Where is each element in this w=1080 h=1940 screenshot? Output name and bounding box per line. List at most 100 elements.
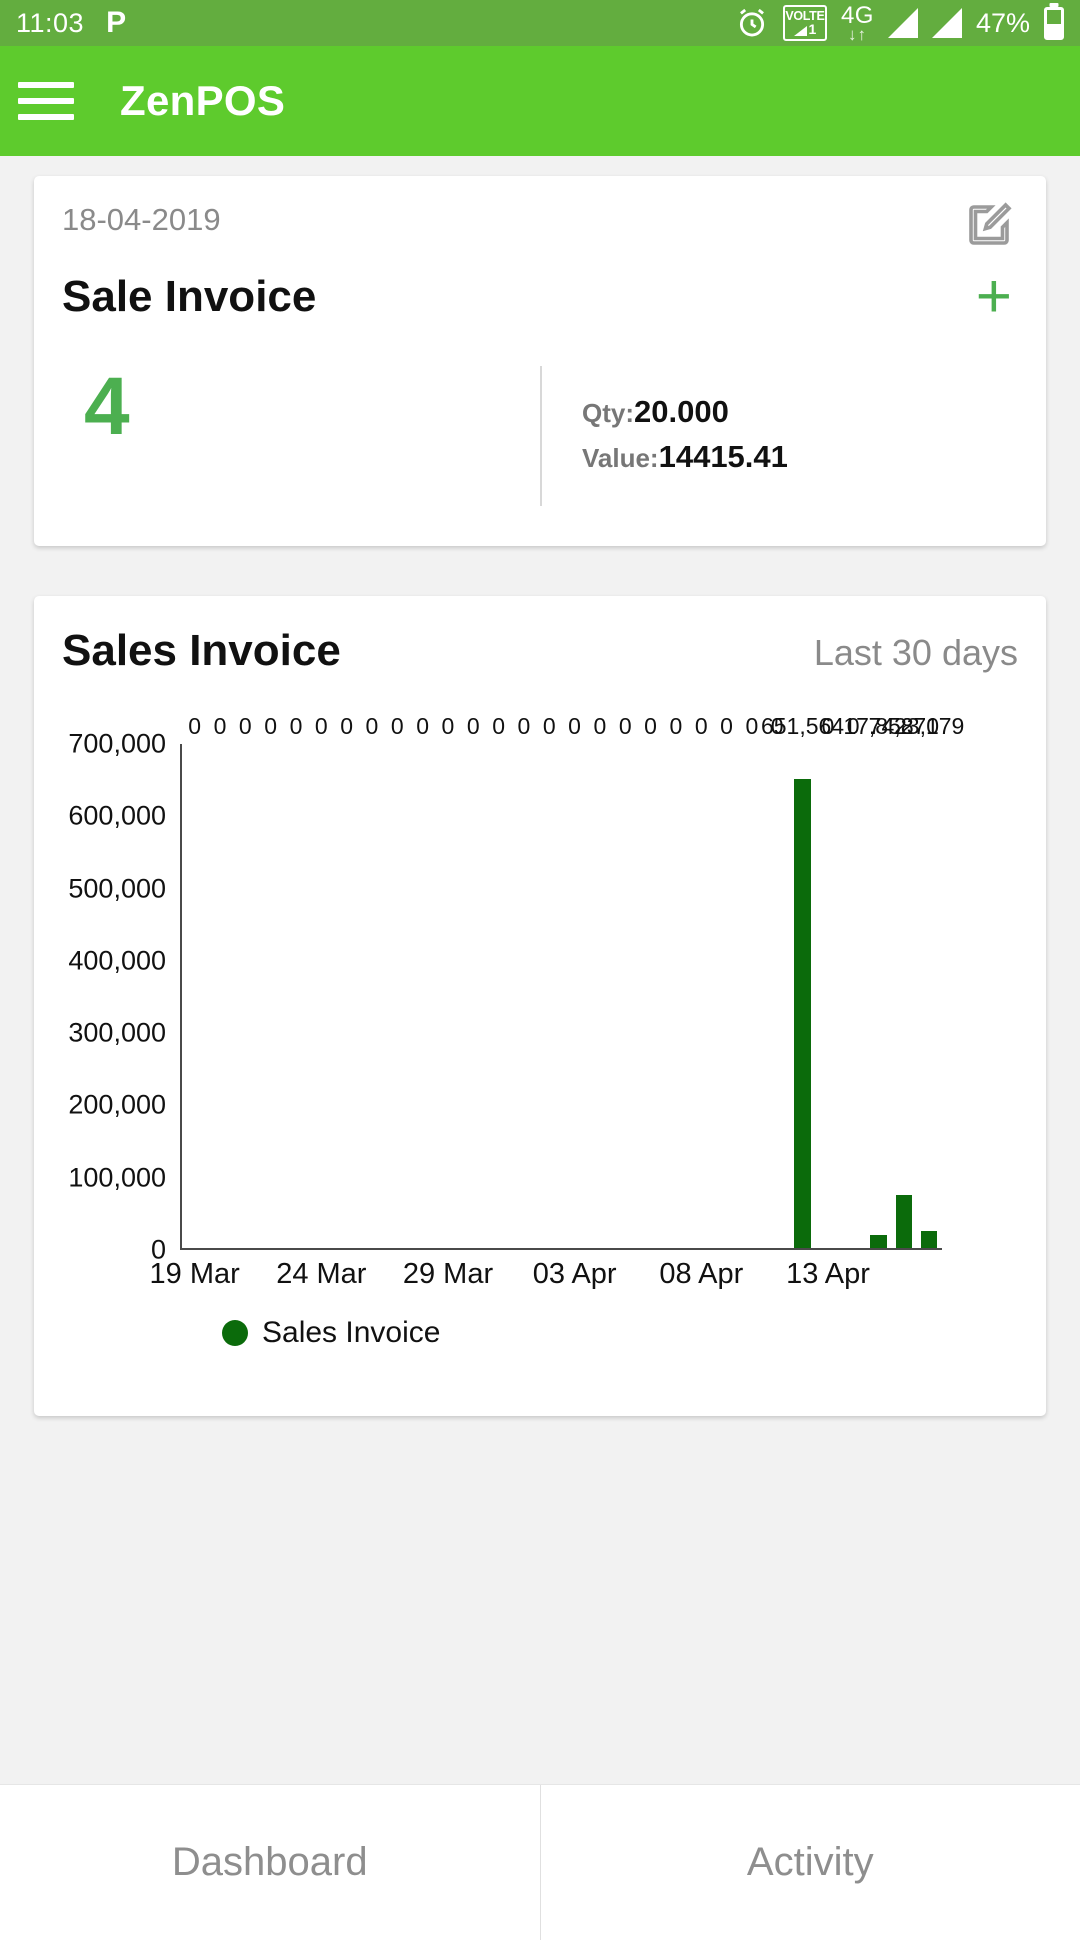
chart-bar-label: 0 xyxy=(543,713,556,740)
battery-percent-label: 47% xyxy=(976,8,1030,39)
chart-bar-cell[interactable]: 0 xyxy=(663,744,688,1248)
chart-x-tick-labels: 19 Mar24 Mar29 Mar03 Apr08 Apr13 Apr xyxy=(182,1258,942,1298)
chart-bar-label: 0 xyxy=(669,713,682,740)
data-transfer-arrows-icon: ↓↑ xyxy=(848,26,867,43)
x-tick-label: 19 Mar xyxy=(150,1258,240,1291)
x-tick-label: 08 Apr xyxy=(659,1258,743,1291)
chart-bar-cell[interactable]: 0 xyxy=(638,744,663,1248)
chart-bar-label: 0 xyxy=(290,713,303,740)
chart-bar-label: 0 xyxy=(821,713,834,740)
stat-qty-label: Qty: xyxy=(582,398,634,428)
status-bar: 11:03 P VOLTE 1 4G ↓↑ 47% xyxy=(0,0,1080,46)
chart-bar-label: 0 xyxy=(366,713,379,740)
app-notification-icon: P xyxy=(106,8,126,38)
chart-bar-cell[interactable]: 0 xyxy=(613,744,638,1248)
chart-bar-label: 0 xyxy=(720,713,733,740)
chart-bar-cell[interactable]: 0 xyxy=(410,744,435,1248)
chart-bar-cell[interactable]: 0 xyxy=(689,744,714,1248)
signal-triangle-icon xyxy=(794,26,807,36)
y-tick-label: 300,000 xyxy=(68,1018,166,1049)
chart-title: Sales Invoice xyxy=(62,626,341,676)
chart-bar-cell[interactable]: 0 xyxy=(182,744,207,1248)
chart-bar-cell[interactable]: 0 xyxy=(562,744,587,1248)
chart-bar-label: 0 xyxy=(416,713,429,740)
chart-bar-label: 0 xyxy=(340,713,353,740)
chart-bar-label: 0 xyxy=(264,713,277,740)
signal-icon xyxy=(932,8,962,38)
stat-value-value: 14415.41 xyxy=(659,439,788,474)
main-content: 18-04-2019 Sale Invoice + 4 Qty:20.000 V… xyxy=(0,176,1080,1940)
chart-bar-cell[interactable]: 23,179 xyxy=(917,744,942,1248)
chart-bar-cell[interactable]: 0 xyxy=(359,744,384,1248)
chart-bar-cell[interactable]: 0 xyxy=(435,744,460,1248)
chart-bar-cell[interactable]: 0 xyxy=(714,744,739,1248)
chart-bar-label: 0 xyxy=(391,713,404,740)
chart-bar-cell[interactable]: 0 xyxy=(283,744,308,1248)
chart-bar-cell[interactable]: 0 xyxy=(207,744,232,1248)
chart-bar[interactable] xyxy=(870,1235,886,1248)
chart-bar-cell[interactable]: 0 xyxy=(537,744,562,1248)
chart-bars: 000000000000000000000000651,5640017,8587… xyxy=(182,744,942,1248)
chart-bar-cell[interactable]: 0 xyxy=(309,744,334,1248)
stat-qty-value: 20.000 xyxy=(634,394,729,429)
sales-invoice-chart-card[interactable]: Sales Invoice Last 30 days 700,000600,00… xyxy=(34,596,1046,1416)
y-tick-label: 600,000 xyxy=(68,801,166,832)
sale-invoice-summary-card[interactable]: 18-04-2019 Sale Invoice + 4 Qty:20.000 V… xyxy=(34,176,1046,546)
x-tick-label: 24 Mar xyxy=(276,1258,366,1291)
bottom-tab-bar: Dashboard Activity xyxy=(0,1784,1080,1940)
chart-bar-cell[interactable]: 0 xyxy=(334,744,359,1248)
chart-bar-cell[interactable]: 651,564 xyxy=(790,744,815,1248)
chart-bar-cell[interactable]: 0 xyxy=(587,744,612,1248)
chart-bar-cell[interactable]: 0 xyxy=(841,744,866,1248)
chart-plot-area: 700,000600,000500,000400,000300,000200,0… xyxy=(62,734,1018,1334)
chart-bar-label: 0 xyxy=(214,713,227,740)
chart-bar-cell[interactable]: 0 xyxy=(511,744,536,1248)
chart-bar-label: 23,179 xyxy=(894,713,964,740)
plus-icon[interactable]: + xyxy=(976,275,1018,318)
volte-icon: VOLTE 1 xyxy=(783,5,827,41)
y-tick-label: 500,000 xyxy=(68,873,166,904)
chart-bar-label: 0 xyxy=(594,713,607,740)
chart-bar-label: 0 xyxy=(619,713,632,740)
y-tick-label: 700,000 xyxy=(68,729,166,760)
chart-bar-cell[interactable]: 0 xyxy=(486,744,511,1248)
chart-bar-cell[interactable]: 0 xyxy=(233,744,258,1248)
chart-bar-cell[interactable]: 0 xyxy=(739,744,764,1248)
chart-bar-cell[interactable]: 0 xyxy=(765,744,790,1248)
chart-bar[interactable] xyxy=(794,779,810,1248)
chart-x-axis xyxy=(180,1248,942,1250)
chart-bar-label: 0 xyxy=(644,713,657,740)
chart-bar-label: 0 xyxy=(442,713,455,740)
x-tick-label: 13 Apr xyxy=(786,1258,870,1291)
chart-bar-cell[interactable]: 0 xyxy=(461,744,486,1248)
summary-body: 4 Qty:20.000 Value:14415.41 xyxy=(62,366,1018,516)
chart-bar-label: 0 xyxy=(315,713,328,740)
hamburger-menu-icon[interactable] xyxy=(18,74,74,128)
chart-bar-label: 0 xyxy=(188,713,201,740)
chart-legend: Sales Invoice xyxy=(222,1316,440,1350)
chart-bar-label: 0 xyxy=(467,713,480,740)
tab-activity[interactable]: Activity xyxy=(540,1785,1080,1940)
chart-bar-cell[interactable]: 74,270 xyxy=(891,744,916,1248)
alarm-clock-icon xyxy=(735,6,769,40)
edit-pencil-icon[interactable] xyxy=(962,198,1016,252)
summary-count-section: 4 xyxy=(62,366,540,516)
y-tick-label: 100,000 xyxy=(68,1162,166,1193)
signal-icon xyxy=(888,8,918,38)
chart-bar-label: 0 xyxy=(492,713,505,740)
chart-bar-cell[interactable]: 0 xyxy=(258,744,283,1248)
chart-bar-label: 0 xyxy=(518,713,531,740)
legend-color-dot xyxy=(222,1320,248,1346)
summary-title: Sale Invoice xyxy=(62,272,316,322)
x-tick-label: 29 Mar xyxy=(403,1258,493,1291)
stat-value: Value:14415.41 xyxy=(582,435,788,480)
chart-bar-cell[interactable]: 0 xyxy=(385,744,410,1248)
y-tick-label: 200,000 xyxy=(68,1090,166,1121)
chart-bar[interactable] xyxy=(896,1195,912,1248)
chart-bar-cell[interactable]: 17,858 xyxy=(866,744,891,1248)
chart-bar[interactable] xyxy=(921,1231,937,1248)
chart-bar-label: 0 xyxy=(745,713,758,740)
tab-dashboard[interactable]: Dashboard xyxy=(0,1785,540,1940)
status-bar-time: 11:03 xyxy=(16,8,84,39)
chart-bar-cell[interactable]: 0 xyxy=(815,744,840,1248)
